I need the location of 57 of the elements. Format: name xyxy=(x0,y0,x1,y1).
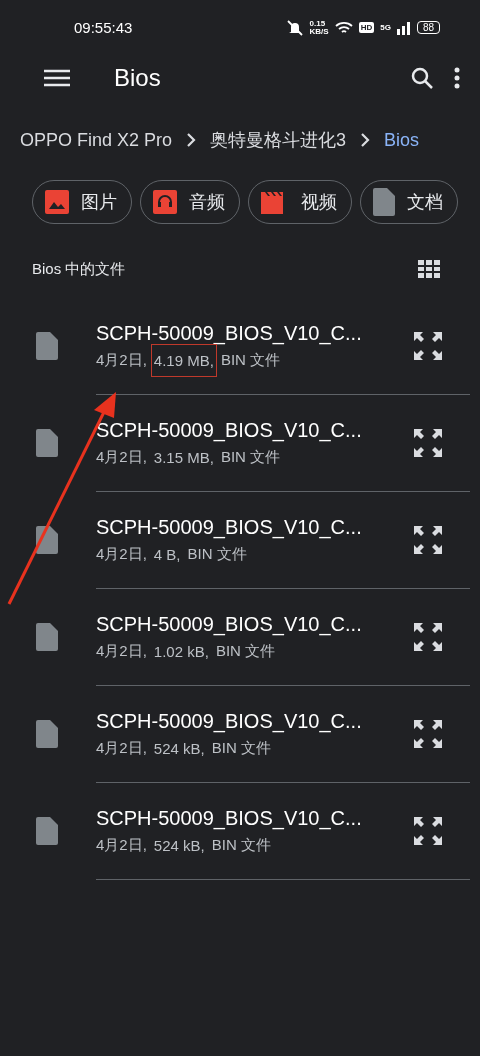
breadcrumb[interactable]: OPPO Find X2 Pro xyxy=(20,129,173,151)
file-type: BIN 文件 xyxy=(215,642,276,661)
expand-button[interactable] xyxy=(412,330,444,362)
file-type: BIN 文件 xyxy=(211,739,271,758)
status-time: 09:55:43 xyxy=(74,19,134,36)
file-size: 524 kB, xyxy=(152,836,206,856)
network-type: 5G xyxy=(380,23,391,32)
file-icon xyxy=(36,720,58,748)
file-name: SCPH-50009_BIOS_V10_C... xyxy=(96,322,363,345)
file-name: SCPH-50009_BIOS_V10_C... xyxy=(96,419,363,442)
file-date: 4月2日, xyxy=(96,642,147,661)
chevron-icon xyxy=(186,132,197,148)
file-name: SCPH-50009_BIOS_V10_C... xyxy=(96,516,363,539)
section-title: Bios 中的文件 xyxy=(32,259,126,279)
file-size: 1.02 kB, xyxy=(152,642,210,662)
network-speed: 0.15 KB/S xyxy=(309,19,329,36)
menu-button[interactable] xyxy=(44,68,70,87)
expand-button[interactable] xyxy=(412,815,444,847)
file-date: 4月2日, xyxy=(96,448,147,467)
file-icon xyxy=(36,817,58,845)
file-icon xyxy=(36,429,58,457)
more-options-button[interactable] xyxy=(454,66,460,89)
search-button[interactable] xyxy=(410,65,434,90)
image-icon xyxy=(45,190,69,214)
headphones-icon xyxy=(153,190,177,214)
file-icon xyxy=(36,623,58,651)
expand-button[interactable] xyxy=(412,524,444,556)
file-name: SCPH-50009_BIOS_V10_C... xyxy=(96,613,363,636)
document-icon xyxy=(373,188,395,216)
file-date: 4月2日, xyxy=(96,739,147,758)
file-type: BIN 文件 xyxy=(220,351,281,370)
file-name: SCPH-50009_BIOS_V10_C... xyxy=(96,710,363,733)
expand-button[interactable] xyxy=(412,427,444,459)
file-date: 4月2日, xyxy=(96,836,147,855)
battery-level: 88 xyxy=(416,21,440,34)
file-date: 4月2日, xyxy=(96,545,147,564)
breadcrumb[interactable]: Bios xyxy=(384,129,420,151)
file-size: 4 B, xyxy=(152,545,182,565)
file-icon xyxy=(36,332,58,360)
file-size: 524 kB, xyxy=(152,739,206,759)
chevron-icon xyxy=(360,132,371,148)
expand-button[interactable] xyxy=(412,718,444,750)
file-name: SCPH-50009_BIOS_V10_C... xyxy=(96,807,363,830)
file-type: BIN 文件 xyxy=(211,836,271,855)
file-type: BIN 文件 xyxy=(187,545,247,564)
signal-icon xyxy=(396,20,411,35)
screen-title: Bios xyxy=(114,63,162,92)
breadcrumb[interactable]: 奥特曼格斗进化3 xyxy=(210,128,347,152)
muted-bell-icon xyxy=(285,19,304,36)
grid-view-button[interactable] xyxy=(418,260,440,278)
wifi-icon xyxy=(334,20,353,35)
hd-badge: HD xyxy=(358,22,375,33)
file-size: 3.15 MB, xyxy=(152,448,215,468)
file-type: BIN 文件 xyxy=(220,448,281,467)
expand-button[interactable] xyxy=(412,621,444,653)
highlighted-file-size: 4.19 MB, xyxy=(150,344,217,377)
file-date: 4月2日, xyxy=(96,351,147,370)
